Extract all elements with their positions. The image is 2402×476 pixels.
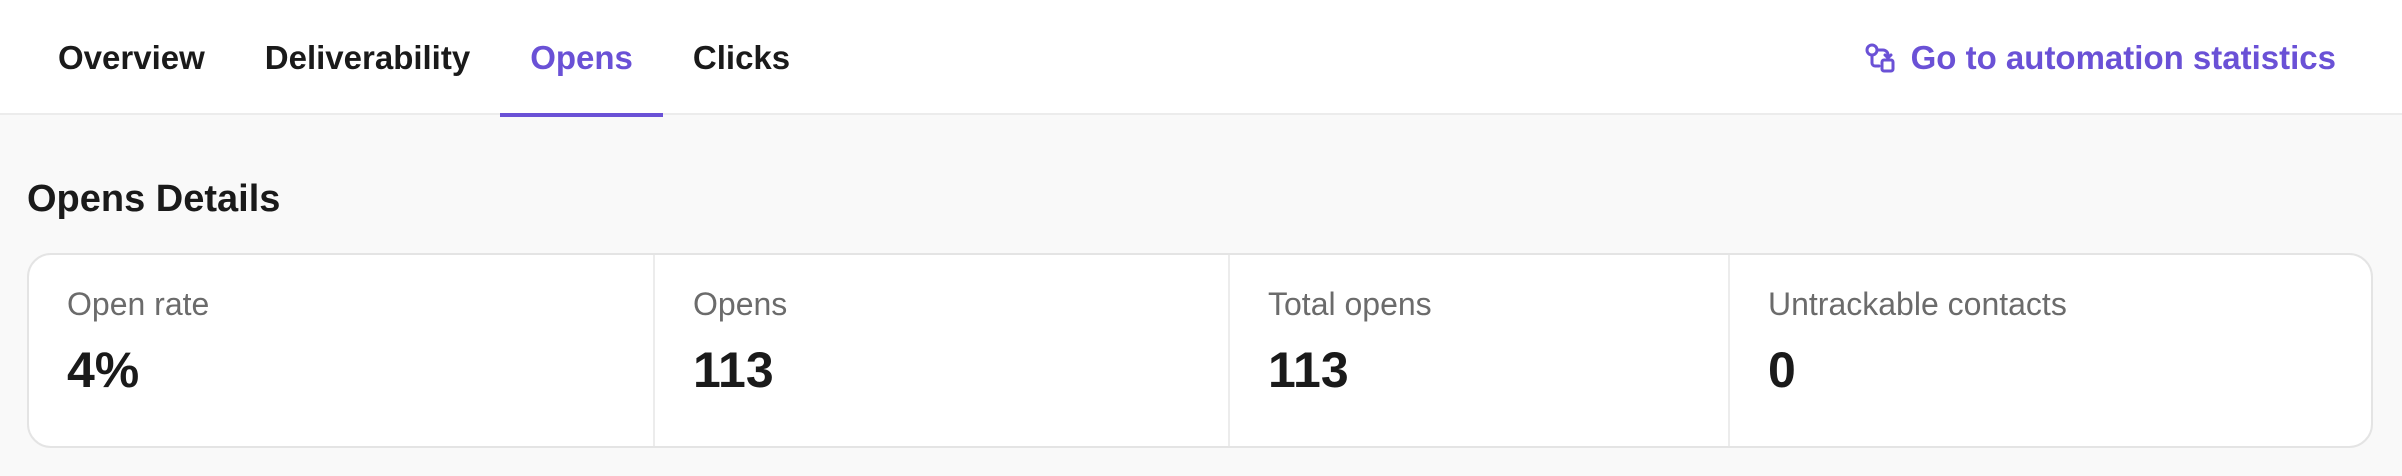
section-title: Opens Details	[27, 178, 281, 220]
stat-untrackable-contacts: Untrackable contacts 0	[1730, 255, 2371, 446]
stat-value: 113	[1268, 342, 1349, 399]
stat-value: 4%	[67, 342, 140, 399]
stat-label: Open rate	[67, 286, 210, 322]
tab-overview[interactable]: Overview	[28, 0, 235, 115]
stats-card: Open rate 4% Opens 113 Total opens 113 U…	[27, 253, 2373, 448]
stat-label: Opens	[693, 286, 788, 322]
tab-bar: Overview Deliverability Opens Clicks	[28, 0, 820, 117]
automation-icon	[1863, 41, 1897, 75]
stat-opens: Opens 113	[655, 255, 1230, 446]
automation-statistics-label: Go to automation statistics	[1910, 38, 2336, 76]
stat-value: 0	[1768, 342, 1796, 399]
stat-label: Total opens	[1268, 286, 1432, 322]
automation-statistics-link[interactable]: Go to automation statistics	[1863, 0, 2336, 115]
stat-label: Untrackable contacts	[1768, 286, 2067, 322]
stat-value: 113	[693, 342, 774, 399]
tab-opens[interactable]: Opens	[500, 0, 663, 117]
stat-total-opens: Total opens 113	[1230, 255, 1730, 446]
tab-clicks[interactable]: Clicks	[663, 0, 820, 115]
top-navigation-bar: Overview Deliverability Opens Clicks Go …	[0, 0, 2402, 117]
stat-open-rate: Open rate 4%	[29, 255, 655, 446]
tab-deliverability[interactable]: Deliverability	[235, 0, 500, 115]
